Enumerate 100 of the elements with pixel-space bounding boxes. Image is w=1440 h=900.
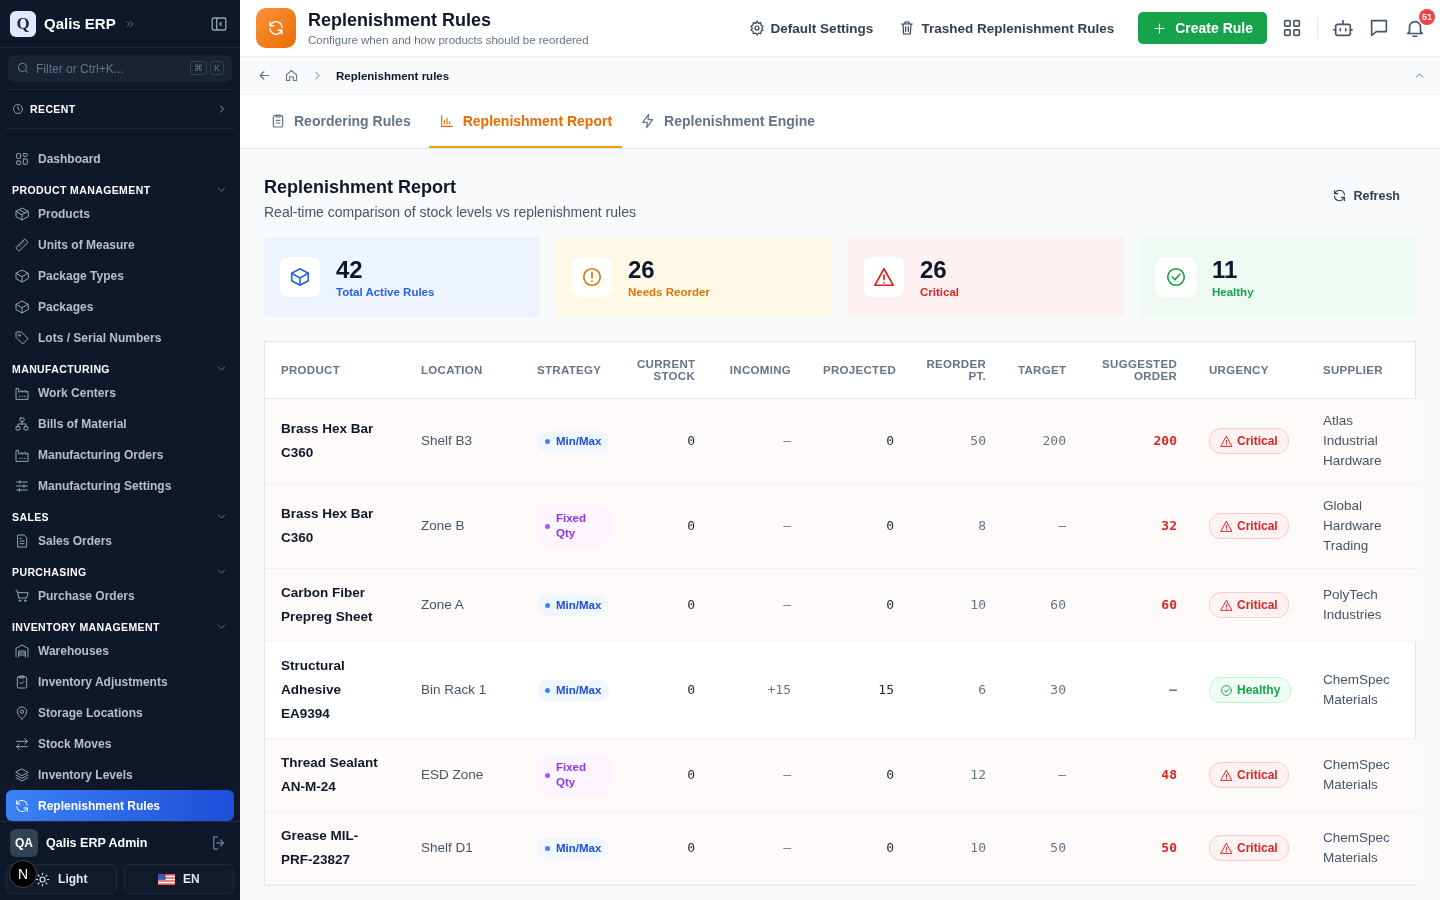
refresh-icon [14, 797, 30, 814]
supplier-cell: ChemSpec Materials [1307, 738, 1417, 812]
suggested-order-cell: 50 [1082, 811, 1193, 885]
panel-icon[interactable] [210, 14, 228, 33]
supplier-cell: ChemSpec Materials [1307, 641, 1417, 739]
nav-item[interactable]: Manufacturing Settings [6, 470, 234, 501]
nav-item[interactable]: Dashboard [6, 143, 234, 174]
nav-item[interactable]: Manufacturing Orders [6, 439, 234, 470]
location-cell: Zone B [405, 483, 521, 569]
hierarchy-icon [14, 415, 30, 432]
nav-item[interactable]: Packages [6, 291, 234, 322]
number-cell: – [711, 568, 807, 642]
section-header[interactable]: PURCHASING [6, 556, 234, 580]
location-pin-icon [14, 704, 30, 721]
search-icon [16, 61, 30, 75]
refresh-button[interactable]: Refresh [1326, 187, 1406, 204]
urgency-tag: Healthy [1209, 677, 1292, 703]
number-cell: 60 [1002, 568, 1082, 642]
number-cell: 15 [807, 641, 910, 739]
column-header: SUPPLIER [1307, 342, 1417, 399]
nav-item[interactable]: Stock Moves [6, 728, 234, 759]
header-action-button[interactable]: Trashed Replenishment Rules [893, 20, 1121, 36]
suggested-order-cell: 60 [1082, 568, 1193, 642]
strategy-tag: Min/Max [537, 680, 610, 701]
section-header[interactable]: MANUFACTURING [6, 353, 234, 377]
number-cell: +15 [711, 641, 807, 739]
number-cell: – [711, 483, 807, 569]
nav-item[interactable]: Units of Measure [6, 229, 234, 260]
tab[interactable]: Replenishment Engine [630, 95, 825, 148]
nav-item[interactable]: Lots / Serial Numbers [6, 322, 234, 353]
product-cell: Thread Sealant AN-M-24 [265, 738, 405, 812]
warning-icon [1220, 434, 1233, 448]
nav-item[interactable]: Replenishment Rules [6, 790, 234, 821]
column-header: STRATEGY [521, 342, 621, 399]
refresh-icon [1332, 188, 1348, 203]
nav-item[interactable]: Package Types [6, 260, 234, 291]
section-header[interactable]: SALES [6, 501, 234, 525]
warning-icon [1220, 598, 1233, 612]
recent-toggle[interactable]: RECENT [6, 89, 234, 129]
column-header: LOCATION [405, 342, 521, 399]
product-cell: Brass Hex Bar C360 [265, 398, 405, 484]
suggested-order-cell: – [1082, 641, 1193, 739]
nav-item[interactable]: Warehouses [6, 635, 234, 666]
swap-arrows-icon [14, 735, 30, 752]
section-header[interactable]: INVENTORY MANAGEMENT [6, 611, 234, 635]
column-header: INCOMING [711, 342, 807, 399]
number-cell: 8 [910, 483, 1002, 569]
urgency-tag: Critical [1209, 428, 1289, 454]
cube-icon [14, 298, 30, 315]
warning-icon [1220, 768, 1233, 782]
robot-icon[interactable] [1332, 17, 1354, 39]
nav-item[interactable]: Bills of Material [6, 408, 234, 439]
number-cell: 12 [910, 738, 1002, 812]
nav-item[interactable]: Work Centers [6, 377, 234, 408]
number-cell: 30 [1002, 641, 1082, 739]
section-header[interactable]: PRODUCT MANAGEMENT [6, 174, 234, 198]
number-cell: 0 [621, 568, 711, 642]
urgency-tag: Critical [1209, 592, 1289, 618]
layers-icon [14, 766, 30, 783]
location-cell: Shelf D1 [405, 811, 521, 885]
language-button[interactable]: EN [123, 864, 234, 894]
cart-icon [14, 587, 30, 604]
nav-item[interactable]: Storage Locations [6, 697, 234, 728]
nav-item[interactable]: Sales Orders [6, 525, 234, 556]
urgency-tag: Critical [1209, 835, 1289, 861]
chat-icon[interactable] [1368, 17, 1390, 39]
strategy-tag: Min/Max [537, 431, 610, 452]
dev-badge[interactable]: N [9, 860, 37, 888]
supplier-cell: Global Hardware Trading [1307, 483, 1417, 569]
header-action-button[interactable]: Default Settings [742, 20, 880, 36]
stat-value: 42 [336, 256, 364, 284]
nav-item[interactable]: Products [6, 198, 234, 229]
stat-value: 26 [920, 256, 948, 284]
number-cell: 0 [807, 483, 910, 569]
number-cell: 0 [621, 483, 711, 569]
number-cell: – [1002, 738, 1082, 812]
cube-icon [289, 266, 311, 288]
column-header: PROJECTED [807, 342, 910, 399]
warning-icon [1220, 519, 1233, 533]
location-cell: ESD Zone [405, 738, 521, 812]
strategy-tag: Min/Max [537, 595, 610, 616]
clipboard-check-icon [14, 673, 30, 690]
number-cell: 0 [807, 811, 910, 885]
breadcrumb-current: Replenishment rules [336, 69, 450, 82]
brand-name: Qalis ERP [44, 15, 116, 32]
number-cell: 0 [621, 398, 711, 484]
number-cell: 10 [910, 811, 1002, 885]
suggested-order-cell: 32 [1082, 483, 1193, 569]
shortcut-key: K [210, 61, 224, 75]
back-icon[interactable] [257, 68, 272, 83]
apps-icon[interactable] [1281, 17, 1303, 39]
dashboard-icon [14, 150, 30, 167]
tag-icon [14, 329, 30, 346]
home-icon[interactable] [284, 68, 299, 83]
nav-item[interactable]: Purchase Orders [6, 580, 234, 611]
number-cell: 0 [621, 641, 711, 739]
nav-item[interactable]: Inventory Adjustments [6, 666, 234, 697]
number-cell: – [711, 811, 807, 885]
tab[interactable]: Reordering Rules [260, 95, 421, 148]
nav-item[interactable]: Inventory Levels [6, 759, 234, 790]
